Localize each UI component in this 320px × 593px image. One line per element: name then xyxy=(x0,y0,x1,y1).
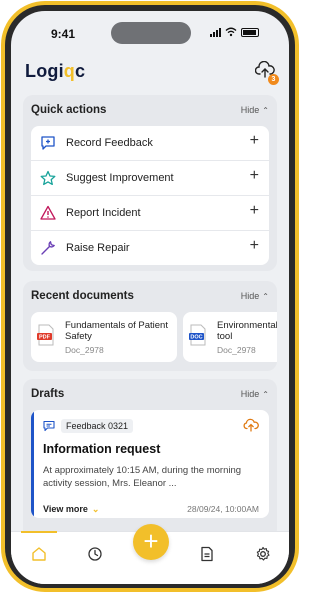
quick-actions-section: Quick actions Hide ⌃ Record Feedback + S… xyxy=(23,95,277,271)
wifi-icon xyxy=(225,27,237,37)
plus-icon: + xyxy=(143,526,159,556)
chevron-up-icon: ⌃ xyxy=(262,389,269,399)
wrench-icon xyxy=(41,241,55,255)
pdf-file-icon: PDF xyxy=(37,324,54,346)
draft-title: Information request xyxy=(43,442,161,456)
document-title: Environmental s audit tool xyxy=(217,320,277,342)
active-tab-indicator xyxy=(21,531,57,533)
hide-toggle[interactable]: Hide ⌃ xyxy=(241,291,269,301)
quick-action-suggest-improvement[interactable]: Suggest Improvement + xyxy=(31,161,269,196)
signal-icon xyxy=(210,27,221,37)
svg-text:PDF: PDF xyxy=(39,335,51,341)
app-header: Logiqc 3 xyxy=(11,51,289,91)
status-bar: 9:41 xyxy=(11,11,289,51)
logo: Logiqc xyxy=(25,61,86,81)
draft-tag: Feedback 0321 xyxy=(43,418,134,434)
cloud-upload-icon[interactable] xyxy=(243,418,259,432)
drafts-header: Drafts Hide ⌃ xyxy=(23,379,277,409)
quick-action-report-incident[interactable]: Report Incident + xyxy=(31,196,269,231)
section-title: Drafts xyxy=(31,388,65,400)
plus-icon: + xyxy=(249,167,259,184)
recent-documents-header: Recent documents Hide ⌃ xyxy=(23,281,277,311)
feedback-icon xyxy=(41,136,55,150)
section-title: Recent documents xyxy=(31,290,134,302)
phone-frame: 9:41 Logiqc 3 Quick actions Hide ⌃ Recor… xyxy=(1,1,299,592)
create-button[interactable]: + xyxy=(133,524,169,560)
document-title: Fundamentals of Patient Safety xyxy=(65,320,168,342)
chevron-up-icon: ⌃ xyxy=(262,291,269,301)
plus-icon: + xyxy=(249,202,259,219)
dynamic-island xyxy=(111,22,191,44)
document-card[interactable]: PDF Fundamentals of Patient Safety Doc_2… xyxy=(31,312,177,362)
section-title: Quick actions xyxy=(31,104,107,116)
status-time: 9:41 xyxy=(51,27,76,41)
chevron-down-icon: ⌄ xyxy=(91,504,100,514)
plus-icon: + xyxy=(249,132,259,149)
quick-action-label: Suggest Improvement xyxy=(66,172,174,184)
chevron-up-icon: ⌃ xyxy=(262,105,269,115)
svg-text:DOC: DOC xyxy=(190,335,202,341)
draft-accent-stripe xyxy=(31,410,34,518)
document-icon[interactable] xyxy=(199,546,215,562)
history-icon[interactable] xyxy=(87,546,103,562)
documents-carousel[interactable]: PDF Fundamentals of Patient Safety Doc_2… xyxy=(31,312,277,362)
draft-tag-label: Feedback 0321 xyxy=(61,419,134,433)
recent-documents-section: Recent documents Hide ⌃ PDF Fundamentals … xyxy=(23,281,277,371)
feedback-icon xyxy=(43,420,55,432)
star-icon xyxy=(40,170,56,186)
hide-toggle[interactable]: Hide ⌃ xyxy=(241,389,269,399)
status-icons xyxy=(210,27,259,37)
plus-icon: + xyxy=(249,237,259,254)
screen: 9:41 Logiqc 3 Quick actions Hide ⌃ Recor… xyxy=(11,11,289,584)
document-id: Doc_2978 xyxy=(65,345,104,355)
upload-queue-button[interactable]: 3 xyxy=(254,60,279,85)
draft-date: 28/09/24, 10:00AM xyxy=(187,504,259,514)
doc-file-icon: DOC xyxy=(189,324,206,346)
quick-action-label: Record Feedback xyxy=(66,137,153,149)
upload-count-badge: 3 xyxy=(268,74,279,85)
quick-action-label: Report Incident xyxy=(66,207,141,219)
home-icon[interactable] xyxy=(31,546,47,562)
warning-icon xyxy=(40,205,56,220)
quick-action-label: Raise Repair xyxy=(66,242,130,254)
battery-icon xyxy=(241,27,259,37)
drafts-section: Drafts Hide ⌃ Feedback 0321 Information r… xyxy=(23,379,277,539)
gear-icon[interactable] xyxy=(255,546,271,562)
quick-action-raise-repair[interactable]: Raise Repair + xyxy=(31,231,269,265)
draft-card[interactable]: Feedback 0321 Information request At app… xyxy=(31,410,269,518)
hide-toggle[interactable]: Hide ⌃ xyxy=(241,105,269,115)
draft-body: At approximately 10:15 AM, during the mo… xyxy=(43,465,242,489)
document-id: Doc_2978 xyxy=(217,345,256,355)
quick-actions-header: Quick actions Hide ⌃ xyxy=(23,95,277,125)
quick-action-record-feedback[interactable]: Record Feedback + xyxy=(31,126,269,161)
quick-actions-list: Record Feedback + Suggest Improvement + xyxy=(31,126,269,265)
bottom-tab-bar: + xyxy=(11,524,289,584)
view-more-link[interactable]: View more ⌄ xyxy=(43,504,99,515)
document-card[interactable]: DOC Environmental s audit tool Doc_2978 xyxy=(183,312,277,362)
